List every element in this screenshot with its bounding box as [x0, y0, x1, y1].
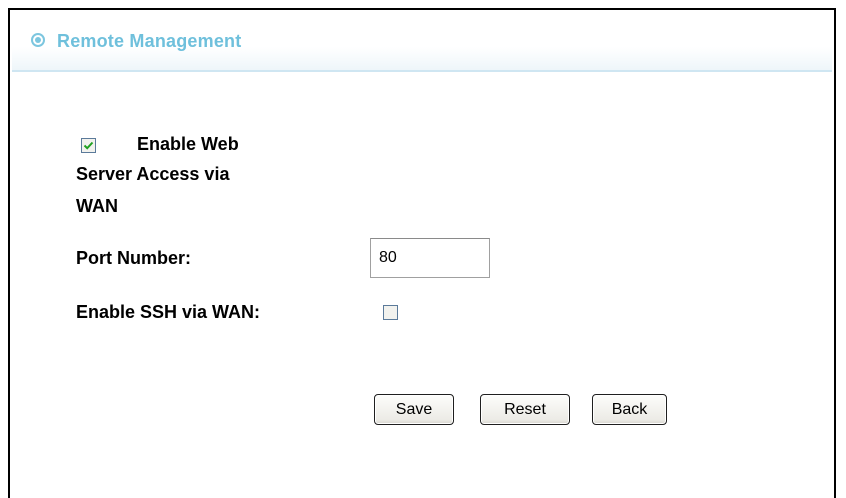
section-title: Remote Management: [57, 31, 242, 51]
enable-ssh-checkbox[interactable]: [383, 305, 398, 320]
back-button[interactable]: Back: [592, 394, 667, 425]
bullet-circle-icon: [31, 33, 45, 47]
port-number-input[interactable]: [370, 238, 490, 278]
checkmark-icon: [83, 141, 94, 150]
reset-button[interactable]: Reset: [480, 394, 570, 425]
ssh-label: Enable SSH via WAN:: [76, 302, 261, 322]
web-access-label-line2: Server Access via: [76, 164, 230, 184]
section-header: Remote Management: [12, 12, 832, 72]
web-access-label-line1: Enable Web: [137, 134, 239, 154]
port-number-label: Port Number:: [76, 248, 192, 268]
web-access-label-line3: WAN: [76, 196, 118, 216]
save-button[interactable]: Save: [374, 394, 454, 425]
enable-web-access-checkbox[interactable]: [81, 138, 96, 153]
